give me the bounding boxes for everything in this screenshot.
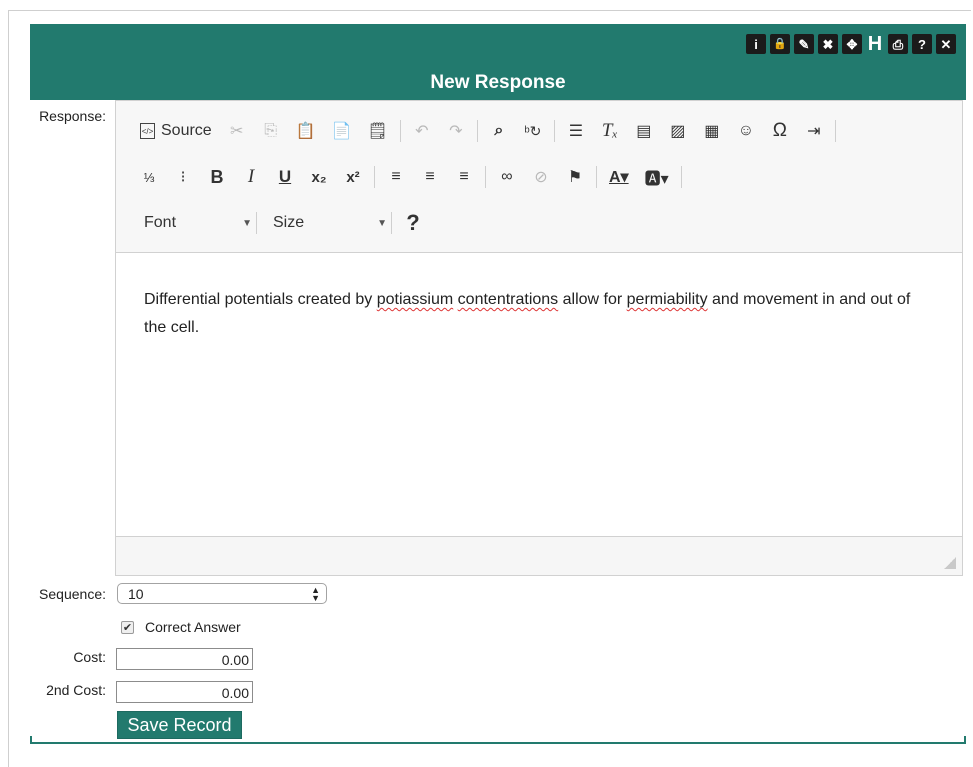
link-icon[interactable]: ∞ bbox=[494, 164, 520, 190]
resize-handle[interactable] bbox=[944, 557, 956, 569]
image-icon[interactable]: ▨ bbox=[665, 118, 691, 144]
cost-label: Cost: bbox=[73, 649, 106, 665]
toolbar-separator bbox=[553, 120, 555, 142]
font-combo-label: Font bbox=[144, 214, 177, 231]
source-button[interactable]: </> Source bbox=[136, 118, 216, 144]
toolbar-separator bbox=[485, 166, 486, 188]
misspelled-word: potiassium bbox=[376, 291, 454, 308]
response-label: Response: bbox=[39, 108, 106, 124]
size-combo[interactable]: Size ▼ bbox=[265, 210, 391, 236]
select-all-icon[interactable]: ☰ bbox=[563, 118, 589, 144]
paste-word-icon[interactable]: 🗒 bbox=[364, 118, 392, 144]
content-text: allow for bbox=[558, 291, 627, 308]
second-cost-input[interactable] bbox=[116, 681, 253, 703]
misspelled-word: permiability bbox=[626, 291, 708, 308]
editor-content[interactable]: Differential potentials created by potia… bbox=[116, 253, 962, 537]
toolbar-row-2: ⅓ ⁝ B I U x₂ x² ≡ ≡ ≡ ∞ ⊘ ⚑ A▾ 🅰▾ bbox=[136, 163, 690, 191]
iframe-icon[interactable]: ▤ bbox=[631, 118, 657, 144]
content-text: Differential potentials created by bbox=[144, 291, 377, 308]
toolbar-separator bbox=[256, 212, 257, 234]
smiley-icon[interactable]: ☺ bbox=[733, 118, 759, 144]
font-combo[interactable]: Font ▼ bbox=[136, 210, 256, 236]
toolbar-separator bbox=[374, 166, 375, 188]
close-icon[interactable]: ✕ bbox=[936, 34, 956, 54]
cost-input[interactable] bbox=[116, 648, 253, 670]
toolbar-row-1: </> Source ✂ ⎘ 📋 📄 🗒 ↶ ↷ ⌕ ᵇ↻ ☰ Tₓ ▤ ▨ ▦… bbox=[136, 117, 844, 145]
text-color-icon[interactable]: A▾ bbox=[605, 164, 633, 190]
italic-icon[interactable]: I bbox=[238, 164, 264, 190]
source-label: Source bbox=[161, 122, 212, 139]
help-icon[interactable]: ? bbox=[912, 34, 932, 54]
title-icons: i 🔒 ✎ ✖ ✥ H ⎙ ? ✕ bbox=[746, 34, 956, 54]
move-icon[interactable]: ✥ bbox=[842, 34, 862, 54]
dialog-titlebar: i 🔒 ✎ ✖ ✥ H ⎙ ? ✕ New Response bbox=[30, 24, 966, 100]
misspelled-word: contentrations bbox=[457, 291, 559, 308]
bold-icon[interactable]: B bbox=[204, 164, 230, 190]
pencil-icon[interactable]: ✎ bbox=[794, 34, 814, 54]
align-right-icon[interactable]: ≡ bbox=[451, 164, 477, 190]
rich-text-editor: </> Source ✂ ⎘ 📋 📄 🗒 ↶ ↷ ⌕ ᵇ↻ ☰ Tₓ ▤ ▨ ▦… bbox=[115, 100, 963, 576]
subscript-icon[interactable]: x₂ bbox=[306, 164, 332, 190]
anchor-icon[interactable]: ⚑ bbox=[562, 164, 588, 190]
sequence-label: Sequence: bbox=[39, 586, 106, 602]
undo-icon[interactable]: ↶ bbox=[409, 118, 435, 144]
superscript-icon[interactable]: x² bbox=[340, 164, 366, 190]
replace-icon[interactable]: ᵇ↻ bbox=[520, 118, 546, 144]
find-icon[interactable]: ⌕ bbox=[486, 118, 512, 144]
table-icon[interactable]: ▦ bbox=[699, 118, 725, 144]
correct-answer-checkbox[interactable]: ✔ bbox=[121, 621, 134, 634]
chevron-down-icon: ▼ bbox=[377, 217, 387, 229]
correct-answer-label: Correct Answer bbox=[145, 619, 241, 635]
sequence-value: 10 bbox=[128, 585, 144, 602]
toolbar-row-3: Font ▼ Size ▼ ? bbox=[136, 209, 434, 237]
toolbar-separator bbox=[399, 120, 401, 142]
print-icon[interactable]: ⎙ bbox=[888, 34, 908, 54]
clear-icon[interactable]: ✖ bbox=[818, 34, 838, 54]
lock-icon[interactable]: 🔒 bbox=[770, 34, 790, 54]
info-icon[interactable]: i bbox=[746, 34, 766, 54]
align-left-icon[interactable]: ≡ bbox=[383, 164, 409, 190]
updown-arrows-icon: ▲ ▼ bbox=[311, 584, 320, 603]
numbered-list-icon[interactable]: ⅓ bbox=[136, 164, 162, 190]
chevron-down-icon: ▼ bbox=[242, 217, 252, 229]
sequence-select[interactable]: 10 ▲ ▼ bbox=[117, 583, 327, 604]
bulleted-list-icon[interactable]: ⁝ bbox=[170, 164, 196, 190]
remove-format-icon[interactable]: Tₓ bbox=[597, 118, 623, 144]
size-combo-label: Size bbox=[273, 214, 305, 231]
toolbar-separator bbox=[680, 166, 682, 188]
heading-icon[interactable]: H bbox=[866, 34, 884, 54]
unlink-icon[interactable]: ⊘ bbox=[528, 164, 554, 190]
second-cost-label: 2nd Cost: bbox=[46, 682, 106, 698]
align-center-icon[interactable]: ≡ bbox=[417, 164, 443, 190]
bg-color-icon[interactable]: 🅰▾ bbox=[641, 164, 673, 190]
underline-icon[interactable]: U bbox=[272, 164, 298, 190]
editor-toolbar: </> Source ✂ ⎘ 📋 📄 🗒 ↶ ↷ ⌕ ᵇ↻ ☰ Tₓ ▤ ▨ ▦… bbox=[116, 101, 962, 253]
paste-icon[interactable]: 📋 bbox=[292, 118, 320, 144]
toolbar-separator bbox=[391, 212, 392, 234]
toolbar-separator bbox=[476, 120, 478, 142]
paste-text-icon[interactable]: 📄 bbox=[328, 118, 356, 144]
special-char-icon[interactable]: Ω bbox=[767, 118, 793, 144]
dialog-title: New Response bbox=[430, 72, 566, 93]
toolbar-separator bbox=[834, 120, 836, 142]
copy-icon[interactable]: ⎘ bbox=[258, 118, 284, 144]
help-icon[interactable]: ? bbox=[400, 210, 426, 236]
save-record-button[interactable]: Save Record bbox=[117, 711, 242, 739]
toolbar-separator bbox=[596, 166, 597, 188]
cut-icon[interactable]: ✂ bbox=[224, 118, 250, 144]
indent-icon[interactable]: ⇥ bbox=[801, 118, 827, 144]
redo-icon[interactable]: ↷ bbox=[443, 118, 469, 144]
source-icon: </> bbox=[140, 123, 155, 139]
